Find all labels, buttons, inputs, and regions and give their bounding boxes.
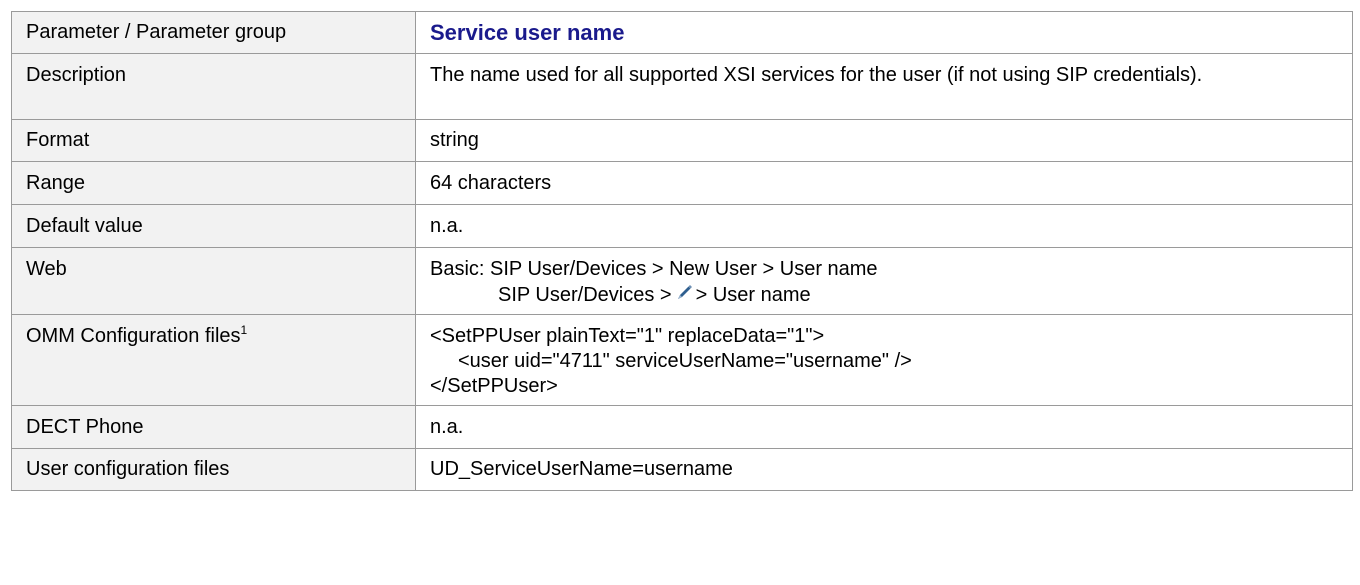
row-value: n.a. <box>415 204 1353 248</box>
row-label-text: Web <box>26 258 67 280</box>
omm-config-cell: <SetPPUser plainText="1" replaceData="1"… <box>415 314 1353 406</box>
web-path-prefix: SIP User/Devices > <box>498 284 672 306</box>
table-row: Parameter / Parameter group Service user… <box>11 11 1353 54</box>
row-value: UD_ServiceUserName=username <box>415 448 1353 491</box>
row-label: Web <box>11 247 416 315</box>
table-row: Range 64 characters <box>11 161 1353 205</box>
omm-config-line: <user uid="4711" serviceUserName="userna… <box>458 350 912 372</box>
table-row: Web Basic: SIP User/Devices > New User >… <box>11 247 1353 315</box>
omm-config-line: <SetPPUser plainText="1" replaceData="1"… <box>430 325 825 347</box>
web-path-edit: SIP User/Devices > > User name <box>430 282 1338 308</box>
web-path-basic: Basic: SIP User/Devices > New User > Use… <box>430 258 878 280</box>
table-row: DECT Phone n.a. <box>11 405 1353 449</box>
row-label-text: OMM Configuration files <box>26 325 241 347</box>
table-row: OMM Configuration files1 <SetPPUser plai… <box>11 314 1353 406</box>
web-path-cell: Basic: SIP User/Devices > New User > Use… <box>415 247 1353 315</box>
footnote-marker: 1 <box>240 323 248 337</box>
table-row: Default value n.a. <box>11 204 1353 248</box>
row-value: The name used for all supported XSI serv… <box>415 53 1353 120</box>
parameter-table: Parameter / Parameter group Service user… <box>11 11 1353 491</box>
row-label: Format <box>11 119 416 162</box>
row-label: Default value <box>11 204 416 248</box>
row-value: n.a. <box>415 405 1353 449</box>
table-row: Format string <box>11 119 1353 162</box>
row-value: string <box>415 119 1353 162</box>
web-path-suffix: > User name <box>695 284 811 306</box>
omm-config-line: </SetPPUser> <box>430 375 558 397</box>
row-label: Range <box>11 161 416 205</box>
edit-pencil-icon <box>677 285 692 299</box>
row-label: DECT Phone <box>11 405 416 449</box>
row-label: Description <box>11 53 416 120</box>
row-label: User configuration files <box>11 448 416 491</box>
row-label: OMM Configuration files1 <box>11 314 416 406</box>
row-label: Parameter / Parameter group <box>11 11 416 54</box>
table-row: User configuration files UD_ServiceUserN… <box>11 448 1353 491</box>
table-row: Description The name used for all suppor… <box>11 53 1353 120</box>
row-value: 64 characters <box>415 161 1353 205</box>
row-label-text: Description <box>26 64 127 86</box>
parameter-title: Service user name <box>415 11 1353 54</box>
